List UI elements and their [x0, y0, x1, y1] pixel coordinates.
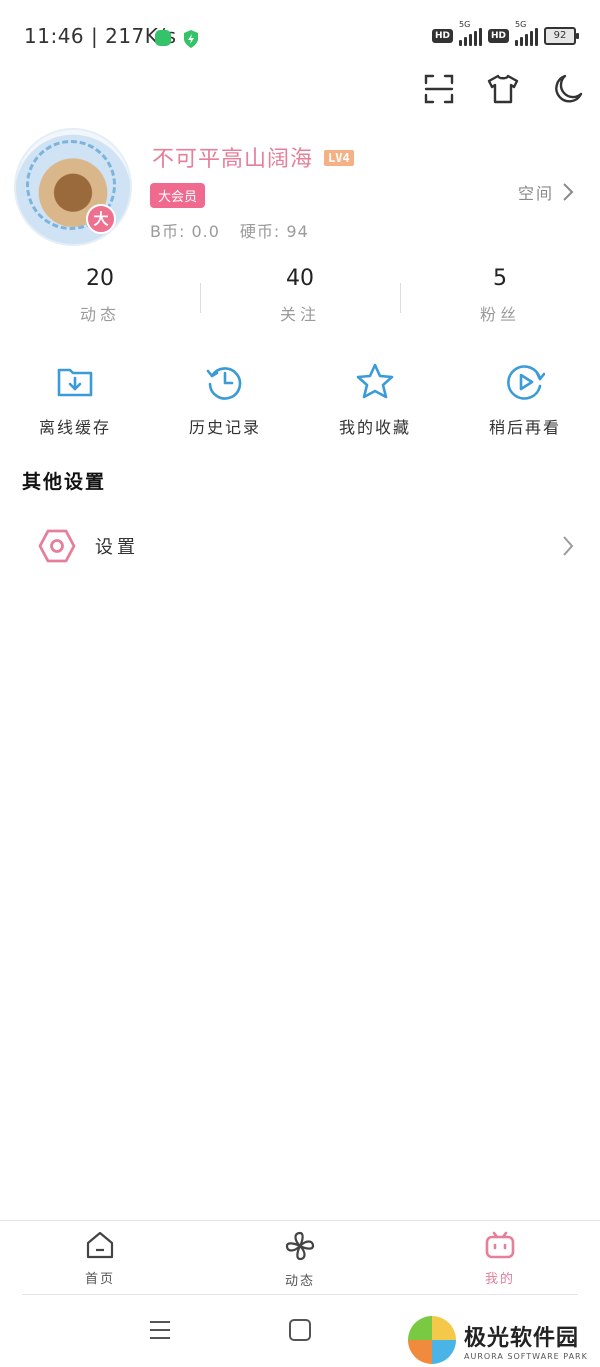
space-label: 空间 [518, 184, 555, 203]
vip-badge: 大 [86, 204, 116, 234]
stat-dynamics[interactable]: 20 动态 [0, 266, 200, 325]
signal-icon-2: 5G [515, 20, 538, 46]
hd-badge-2: HD [487, 29, 509, 43]
chevron-right-icon [562, 535, 574, 561]
shield-icon [182, 29, 200, 53]
status-time: 11:46 | 217K/s [24, 24, 177, 48]
coin-info: B币: 0.0 硬币: 94 [150, 218, 309, 242]
quick-action-label: 我的收藏 [338, 418, 411, 437]
vip-tag[interactable]: 大会员 [150, 183, 206, 208]
stat-value: 20 [86, 266, 114, 291]
stat-following[interactable]: 40 关注 [200, 266, 400, 325]
quick-action-label: 稍后再看 [488, 418, 561, 437]
stat-fans[interactable]: 5 粉丝 [400, 266, 600, 325]
nav-label: 我的 [484, 1272, 515, 1287]
settings-label: 设置 [95, 537, 139, 558]
level-badge: LV4 [324, 150, 354, 166]
status-icons: HD 5G HD 5G 92 [431, 20, 579, 46]
pinwheel-icon [285, 1231, 315, 1261]
nav-label: 动态 [284, 1274, 315, 1289]
signal-icon: 5G [458, 20, 482, 46]
battery-icon: 92 [544, 27, 579, 45]
home-icon [86, 1231, 114, 1259]
stat-value: 40 [286, 266, 314, 291]
chevron-right-icon [563, 183, 574, 201]
home-square-icon[interactable] [288, 1318, 312, 1346]
app-notification-icon [155, 30, 171, 50]
hd-badge: HD [431, 29, 453, 43]
nav-home[interactable]: 首页 [0, 1230, 200, 1287]
download-folder-icon [57, 368, 93, 397]
moon-icon[interactable] [550, 72, 584, 106]
nav-border [0, 1220, 600, 1221]
username[interactable]: 不可平高山阔海 [152, 141, 313, 173]
history-button[interactable]: 历史记录 [150, 362, 300, 438]
tv-icon [485, 1231, 515, 1259]
space-link[interactable]: 空间 [518, 180, 574, 204]
settings-row[interactable] [0, 515, 600, 577]
quick-action-label: 历史记录 [188, 418, 261, 437]
nav-dynamics[interactable]: 动态 [200, 1230, 400, 1289]
star-icon [356, 363, 394, 399]
offline-cache-button[interactable]: 离线缓存 [0, 362, 150, 438]
stat-label: 动态 [79, 305, 120, 324]
stat-value: 5 [493, 266, 507, 291]
tshirt-icon[interactable] [486, 72, 520, 106]
watermark: 极光软件园 AURORA SOFTWARE PARK [408, 1316, 588, 1364]
b-coin-text: B币: 0.0 [150, 222, 220, 241]
stat-label: 粉丝 [479, 305, 520, 324]
coin-text: 硬币: 94 [239, 222, 309, 241]
section-title: 其他设置 [22, 471, 107, 493]
scan-icon[interactable] [422, 72, 456, 106]
divider [22, 1294, 578, 1295]
nav-mine[interactable]: 我的 [400, 1230, 600, 1287]
nav-label: 首页 [84, 1272, 115, 1287]
watch-later-button[interactable]: 稍后再看 [450, 362, 600, 438]
stat-label: 关注 [279, 305, 320, 324]
menu-icon[interactable] [148, 1318, 172, 1346]
watermark-en: AURORA SOFTWARE PARK [464, 1351, 588, 1361]
history-icon [206, 367, 242, 400]
quick-action-label: 离线缓存 [38, 418, 111, 437]
settings-icon [38, 527, 76, 569]
watermark-cn: 极光软件园 [464, 1325, 580, 1351]
watch-later-icon [507, 365, 545, 400]
aurora-logo-icon [408, 1316, 456, 1364]
favorites-button[interactable]: 我的收藏 [300, 362, 450, 438]
